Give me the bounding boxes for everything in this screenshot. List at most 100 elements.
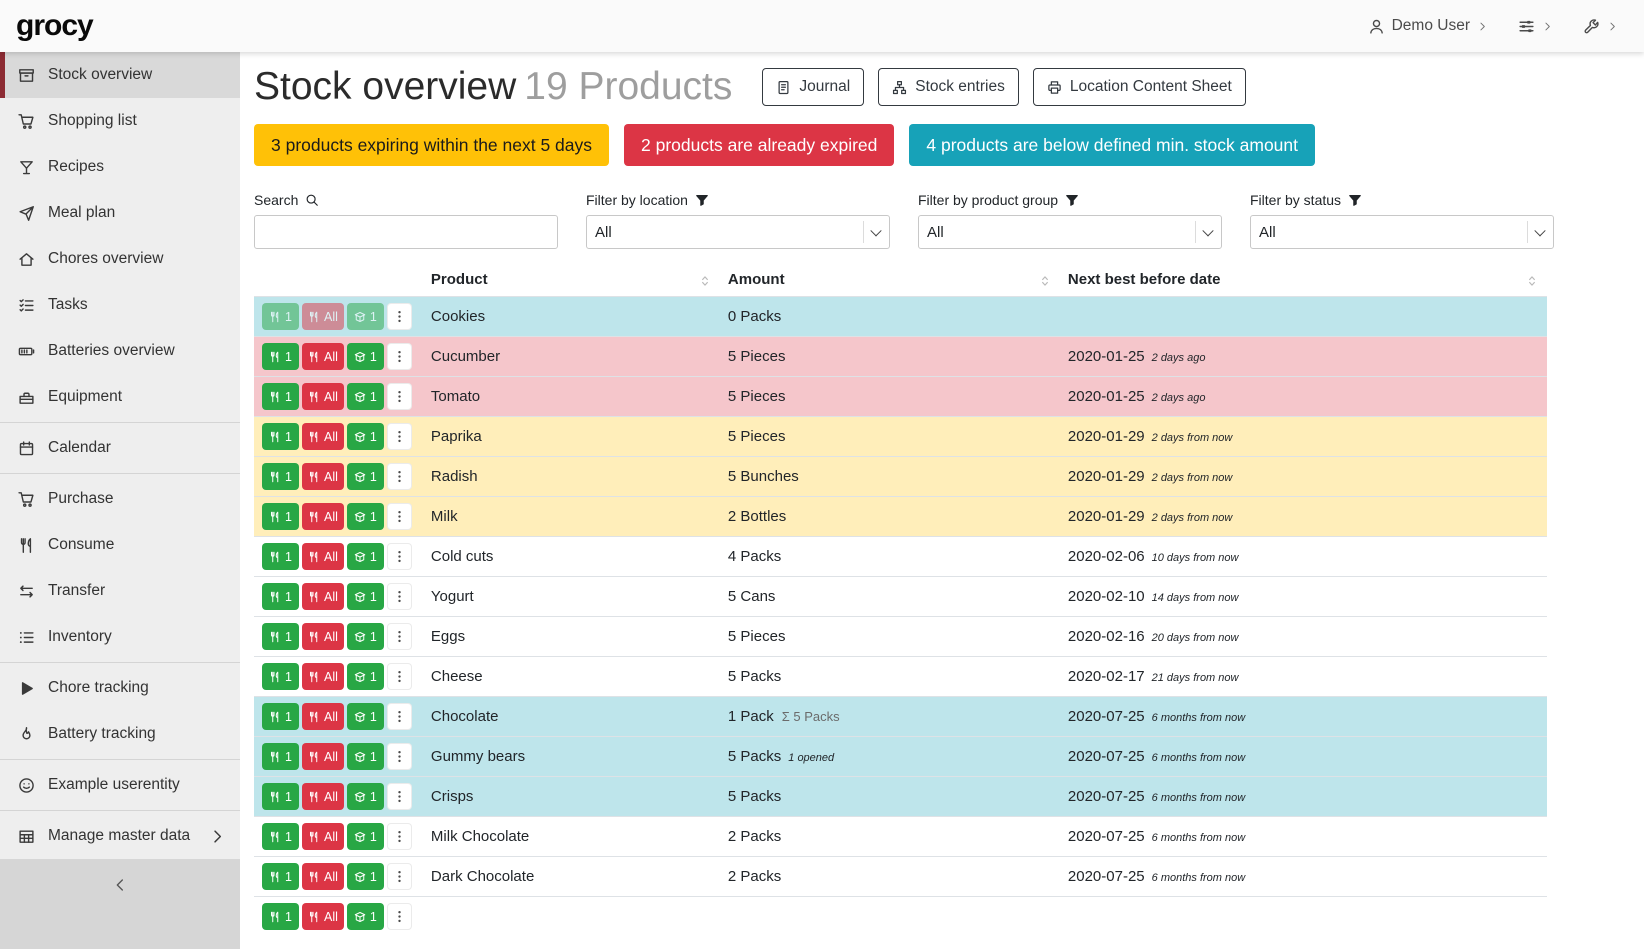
open-one-button[interactable]: 1 [347,903,384,930]
row-menu-button[interactable] [387,583,412,610]
open-one-button[interactable]: 1 [347,383,384,410]
consume-all-button[interactable]: All [302,503,344,530]
sidebar-item-manage-master-data[interactable]: Manage master data [0,813,240,859]
row-menu-button[interactable] [387,823,412,850]
row-menu-button[interactable] [387,463,412,490]
consume-all-button[interactable]: All [302,903,344,930]
row-menu-button[interactable] [387,863,412,890]
admin-tools-menu[interactable] [1583,18,1618,35]
consume-one-button[interactable]: 1 [262,583,299,610]
open-one-button[interactable]: 1 [347,663,384,690]
consume-one-button[interactable]: 1 [262,303,299,330]
sidebar-item-stock-overview[interactable]: Stock overview [0,52,240,98]
sidebar-item-example-userentity[interactable]: Example userentity [0,762,240,808]
consume-all-button[interactable]: All [302,703,344,730]
consume-all-button[interactable]: All [302,783,344,810]
sidebar-item-batteries-overview[interactable]: Batteries overview [0,328,240,374]
sidebar-item-consume[interactable]: Consume [0,522,240,568]
sidebar-item-purchase[interactable]: Purchase [0,476,240,522]
expired-products-banner[interactable]: 2 products are already expired [624,124,894,166]
open-one-button[interactable]: 1 [347,703,384,730]
journal-button[interactable]: Journal [762,68,864,106]
consume-all-button[interactable]: All [302,463,344,490]
open-one-button[interactable]: 1 [347,463,384,490]
user-menu[interactable]: Demo User [1368,17,1488,35]
consume-all-button[interactable]: All [302,743,344,770]
app-logo[interactable]: grocy [16,9,93,43]
status-filter-select[interactable]: All [1250,215,1554,249]
sidebar-collapse-button[interactable] [0,859,240,949]
open-one-button[interactable]: 1 [347,863,384,890]
row-menu-button[interactable] [387,783,412,810]
product-group-filter-select[interactable]: All [918,215,1222,249]
consume-one-button[interactable]: 1 [262,823,299,850]
row-menu-button[interactable] [387,543,412,570]
sidebar-item-battery-tracking[interactable]: Battery tracking [0,711,240,757]
consume-one-button[interactable]: 1 [262,903,299,930]
row-menu-button[interactable] [387,903,412,930]
sidebar-item-shopping-list[interactable]: Shopping list [0,98,240,144]
sidebar-item-tasks[interactable]: Tasks [0,282,240,328]
open-one-button[interactable]: 1 [347,743,384,770]
sidebar-item-chore-tracking[interactable]: Chore tracking [0,665,240,711]
row-menu-button[interactable] [387,623,412,650]
row-menu-button[interactable] [387,503,412,530]
consume-all-button[interactable]: All [302,543,344,570]
sort-icon[interactable] [1525,274,1539,288]
row-menu-button[interactable] [387,343,412,370]
row-menu-button[interactable] [387,383,412,410]
consume-all-button[interactable]: All [302,423,344,450]
open-one-button[interactable]: 1 [347,423,384,450]
sidebar-item-inventory[interactable]: Inventory [0,614,240,660]
consume-all-button[interactable]: All [302,663,344,690]
consume-all-button[interactable]: All [302,863,344,890]
search-input[interactable] [254,215,558,249]
consume-one-button[interactable]: 1 [262,743,299,770]
col-product[interactable]: Product [423,263,720,297]
consume-one-button[interactable]: 1 [262,423,299,450]
consume-one-button[interactable]: 1 [262,863,299,890]
consume-all-button[interactable]: All [302,383,344,410]
sidebar-item-meal-plan[interactable]: Meal plan [0,190,240,236]
consume-one-button[interactable]: 1 [262,623,299,650]
below-min-stock-banner[interactable]: 4 products are below defined min. stock … [909,124,1315,166]
row-menu-button[interactable] [387,663,412,690]
sidebar-item-chores-overview[interactable]: Chores overview [0,236,240,282]
sidebar-item-recipes[interactable]: Recipes [0,144,240,190]
consume-all-button[interactable]: All [302,303,344,330]
consume-all-button[interactable]: All [302,823,344,850]
sidebar-item-calendar[interactable]: Calendar [0,425,240,471]
stock-entries-button[interactable]: Stock entries [878,68,1019,106]
open-one-button[interactable]: 1 [347,623,384,650]
consume-one-button[interactable]: 1 [262,463,299,490]
sidebar-item-transfer[interactable]: Transfer [0,568,240,614]
open-one-button[interactable]: 1 [347,823,384,850]
location-filter-select[interactable]: All [586,215,890,249]
row-menu-button[interactable] [387,703,412,730]
consume-one-button[interactable]: 1 [262,703,299,730]
row-menu-button[interactable] [387,743,412,770]
sort-icon[interactable] [698,274,712,288]
open-one-button[interactable]: 1 [347,583,384,610]
consume-all-button[interactable]: All [302,623,344,650]
location-content-sheet-button[interactable]: Location Content Sheet [1033,68,1246,106]
col-amount[interactable]: Amount [720,263,1060,297]
consume-one-button[interactable]: 1 [262,663,299,690]
open-one-button[interactable]: 1 [347,303,384,330]
col-next-best-before-date[interactable]: Next best before date [1060,263,1547,297]
consume-all-button[interactable]: All [302,583,344,610]
row-menu-button[interactable] [387,303,412,330]
sidebar-item-equipment[interactable]: Equipment [0,374,240,420]
open-one-button[interactable]: 1 [347,543,384,570]
consume-all-button[interactable]: All [302,343,344,370]
sort-icon[interactable] [1038,274,1052,288]
open-one-button[interactable]: 1 [347,783,384,810]
open-one-button[interactable]: 1 [347,343,384,370]
consume-one-button[interactable]: 1 [262,783,299,810]
consume-one-button[interactable]: 1 [262,343,299,370]
consume-one-button[interactable]: 1 [262,543,299,570]
row-menu-button[interactable] [387,423,412,450]
settings-menu[interactable] [1518,18,1553,35]
consume-one-button[interactable]: 1 [262,383,299,410]
consume-one-button[interactable]: 1 [262,503,299,530]
